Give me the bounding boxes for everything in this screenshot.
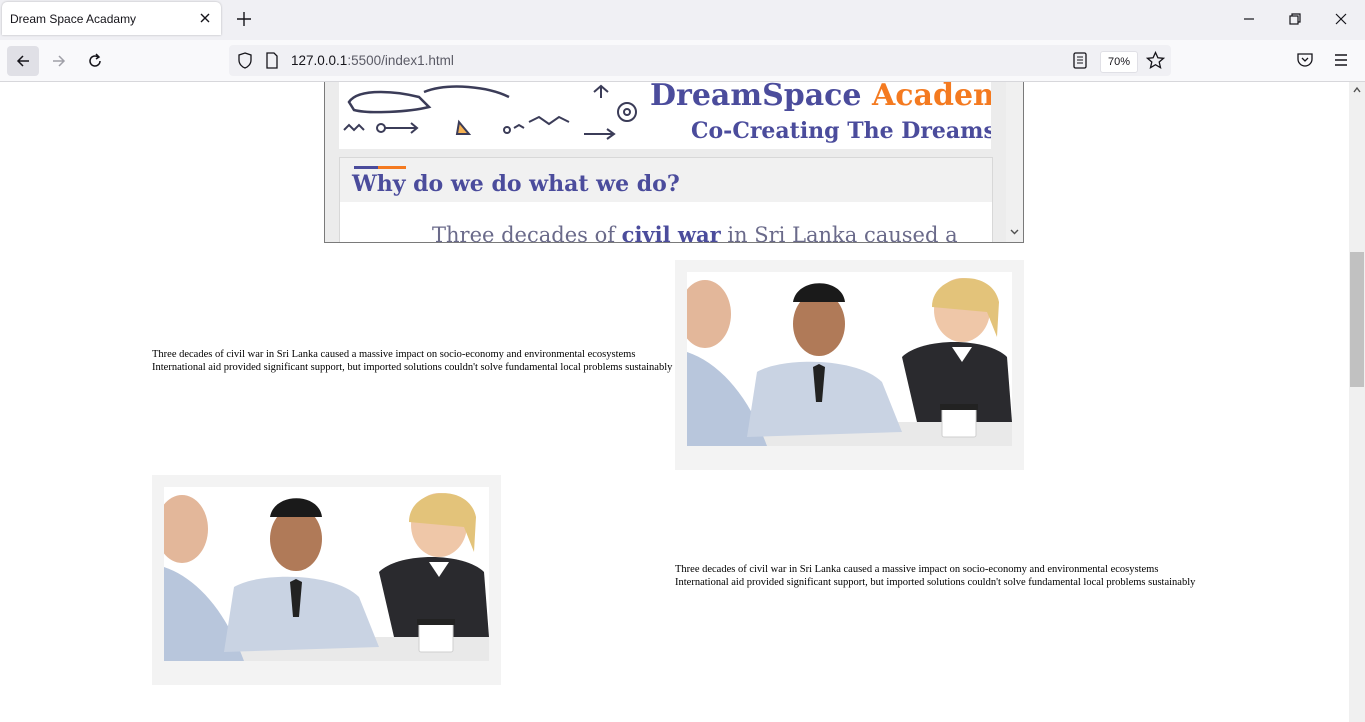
brand-main: DreamSpace bbox=[650, 82, 862, 113]
zoom-level-button[interactable]: 70% bbox=[1100, 51, 1138, 73]
window-close-icon[interactable] bbox=[1332, 10, 1350, 28]
back-arrow-icon bbox=[16, 55, 29, 67]
star-icon[interactable] bbox=[1146, 51, 1165, 70]
chevron-up-icon[interactable] bbox=[1352, 85, 1362, 95]
team-photo-1 bbox=[675, 260, 1024, 470]
minimize-icon[interactable] bbox=[1240, 10, 1258, 28]
restore-icon[interactable] bbox=[1286, 10, 1304, 28]
reload-icon bbox=[89, 53, 101, 67]
url-host: 127.0.0.1 bbox=[291, 53, 348, 68]
back-button[interactable] bbox=[7, 46, 39, 76]
frame-scrollbar[interactable] bbox=[1006, 82, 1023, 242]
brand-tagline: Co-Creating The Dreams bbox=[691, 118, 991, 144]
doodle-illustration bbox=[343, 84, 660, 140]
brand-name: DreamSpace Academy bbox=[650, 82, 991, 113]
forward-button[interactable] bbox=[43, 46, 75, 76]
navigation-toolbar: 127.0.0.1:5500/index1.html 70% bbox=[0, 40, 1365, 82]
forward-arrow-icon bbox=[53, 55, 66, 67]
pocket-icon[interactable] bbox=[1296, 51, 1314, 69]
paragraph-line: Three decades of civil war in Sri Lanka … bbox=[675, 564, 1159, 575]
why-card: Why do we do what we do? Three decades o… bbox=[339, 157, 993, 243]
paragraph-line: Three decades of civil war in Sri Lanka … bbox=[152, 349, 636, 360]
page-scrollbar[interactable] bbox=[1349, 82, 1365, 722]
card-header: Why do we do what we do? bbox=[340, 158, 992, 202]
tab-title: Dream Space Acadamy bbox=[10, 12, 137, 26]
url-path: :5500/index1.html bbox=[347, 53, 454, 68]
academy-banner: DreamSpace Academy Co-Creating The Dream… bbox=[339, 82, 991, 149]
accent-bar-purple bbox=[354, 166, 378, 169]
shield-icon[interactable] bbox=[237, 52, 253, 69]
accent-bar-orange bbox=[378, 166, 406, 169]
preview-after: in Sri Lanka caused a bbox=[720, 223, 958, 243]
team-photo-2 bbox=[152, 475, 501, 685]
team-photo-image bbox=[687, 272, 1012, 446]
address-bar[interactable]: 127.0.0.1:5500/index1.html 70% bbox=[229, 45, 1171, 76]
close-icon[interactable] bbox=[197, 10, 213, 26]
brand-accent: Academy bbox=[871, 82, 991, 113]
url-text[interactable]: 127.0.0.1:5500/index1.html bbox=[291, 53, 454, 68]
tab-dream-space[interactable]: Dream Space Acadamy bbox=[2, 2, 221, 35]
preview-bold: civil war bbox=[621, 222, 721, 243]
tab-strip: Dream Space Acadamy bbox=[0, 0, 1365, 40]
embedded-frame[interactable]: DreamSpace Academy Co-Creating The Dream… bbox=[324, 82, 1024, 243]
plus-icon[interactable] bbox=[234, 9, 254, 29]
chevron-down-icon[interactable] bbox=[1009, 226, 1020, 237]
intro-paragraph-2: Three decades of civil war in Sri Lanka … bbox=[675, 563, 1215, 589]
section-title: Why do we do what we do? bbox=[352, 171, 680, 197]
intro-paragraph-1: Three decades of civil war in Sri Lanka … bbox=[152, 348, 692, 374]
paragraph-line: International aid provided significant s… bbox=[152, 362, 673, 373]
preview-before: Three decades of bbox=[432, 223, 622, 243]
section-preview-text: Three decades of civil war in Sri Lanka … bbox=[432, 222, 958, 243]
reload-button[interactable] bbox=[79, 46, 111, 76]
team-photo-image bbox=[164, 487, 489, 661]
page-viewport: DreamSpace Academy Co-Creating The Dream… bbox=[0, 82, 1349, 722]
scrollbar-thumb[interactable] bbox=[1350, 252, 1364, 387]
reader-view-icon[interactable] bbox=[1072, 52, 1088, 69]
menu-icon[interactable] bbox=[1332, 51, 1350, 69]
page-icon bbox=[266, 52, 278, 69]
paragraph-line: International aid provided significant s… bbox=[675, 577, 1196, 588]
